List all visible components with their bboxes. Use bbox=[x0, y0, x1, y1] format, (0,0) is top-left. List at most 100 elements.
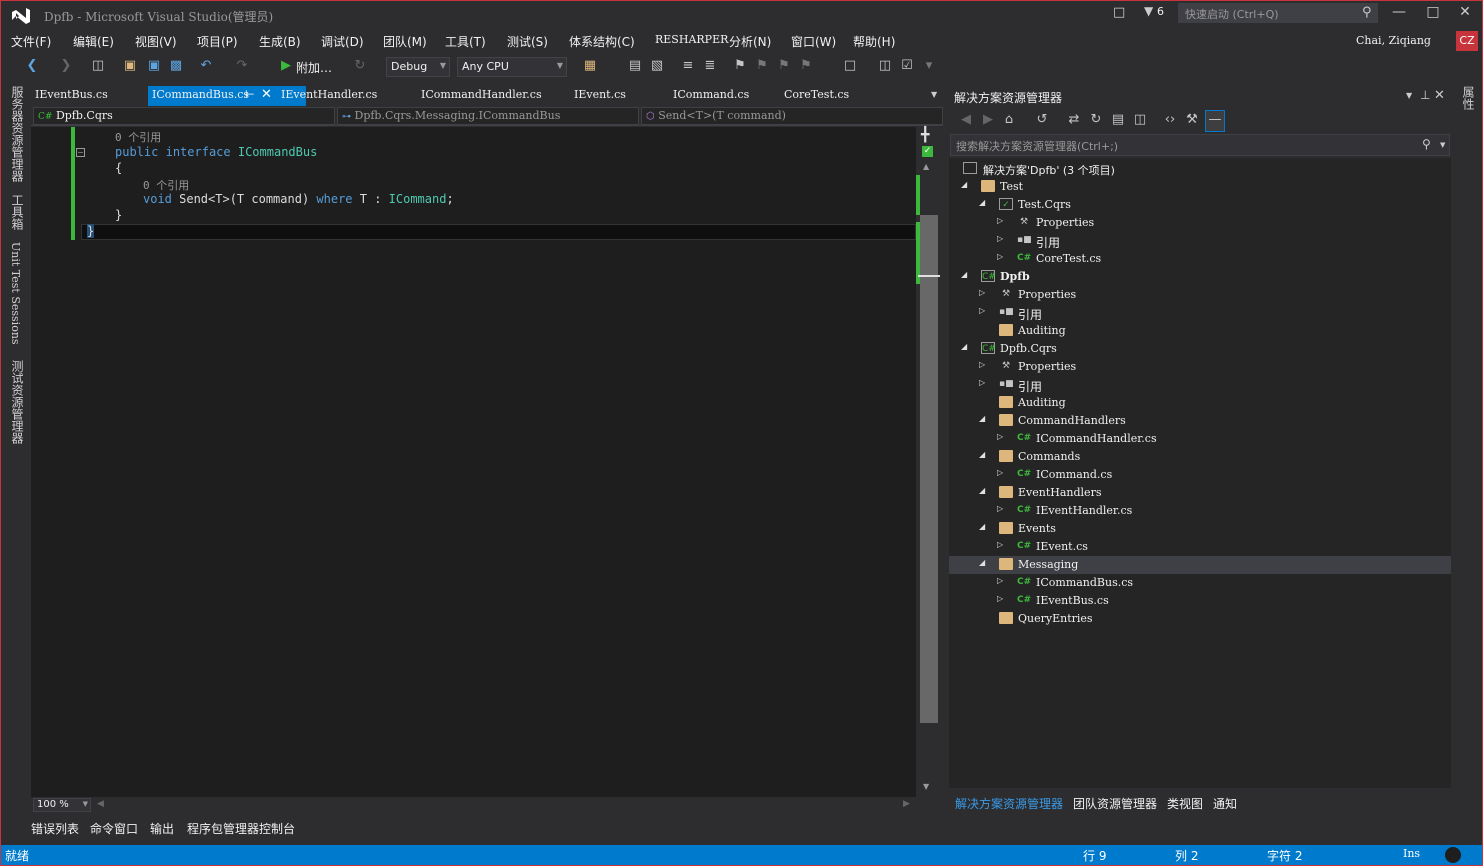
tree-node-properties[interactable]: ▷ ⚒ Properties bbox=[949, 286, 1451, 304]
publish-status-icon[interactable] bbox=[1445, 847, 1461, 863]
menu-edit[interactable]: 编辑(E) bbox=[73, 33, 114, 50]
expanded-arrow-icon[interactable]: ◢ bbox=[979, 558, 985, 567]
tree-node-icommandbus-file[interactable]: ▷ C# ICommandBus.cs bbox=[949, 574, 1451, 592]
tab-class-view[interactable]: 类视图 bbox=[1167, 795, 1203, 812]
start-button[interactable]: 附加… bbox=[296, 59, 332, 76]
solution-search-input[interactable]: 搜索解决方案资源管理器(Ctrl+;) bbox=[950, 134, 1450, 156]
tree-node-properties[interactable]: ▷ ⚒ Properties bbox=[949, 358, 1451, 376]
tab-ieventhandler[interactable]: IEventHandler.cs bbox=[281, 88, 377, 101]
show-all-files-icon[interactable]: ◫ bbox=[1131, 111, 1149, 129]
tab-icommandbus[interactable]: ICommandBus.cs bbox=[152, 88, 249, 101]
properties-window-icon[interactable]: ▧ bbox=[648, 57, 666, 75]
collapsed-arrow-icon[interactable]: ▷ bbox=[997, 504, 1003, 513]
tree-node-references[interactable]: ▷ ▪■ 引用 bbox=[949, 376, 1451, 394]
solution-tree[interactable]: 解决方案'Dpfb' (3 个项目) ◢ Test ◢ ✓ Test.Cqrs … bbox=[949, 158, 1451, 788]
search-icon[interactable]: ⚲ bbox=[1362, 5, 1372, 20]
server-explorer-tab[interactable]: 服务器资源管理器 bbox=[9, 86, 26, 182]
sync-with-document-icon[interactable]: ⇄ bbox=[1065, 111, 1083, 129]
collapsed-arrow-icon[interactable]: ▷ bbox=[997, 432, 1003, 441]
scrollbar-thumb[interactable] bbox=[920, 215, 938, 723]
new-project-icon[interactable]: ◫ bbox=[89, 57, 107, 75]
platform-select[interactable]: Any CPU ▼ bbox=[457, 57, 567, 77]
search-icon[interactable]: ⚲ bbox=[1422, 137, 1431, 151]
tree-node-dpfb-cqrs-project[interactable]: ◢ C# Dpfb.Cqrs bbox=[949, 340, 1451, 358]
navigate-back-icon[interactable]: ❮ bbox=[23, 57, 41, 75]
tree-node-ieventhandler-file[interactable]: ▷ C# IEventHandler.cs bbox=[949, 502, 1451, 520]
view-code-icon[interactable]: ‹› bbox=[1161, 111, 1179, 129]
tree-node-solution[interactable]: 解决方案'Dpfb' (3 个项目) bbox=[949, 160, 1451, 178]
navigate-forward-icon[interactable]: ❯ bbox=[57, 57, 75, 75]
collapsed-arrow-icon[interactable]: ▷ bbox=[979, 360, 985, 369]
expanded-arrow-icon[interactable]: ◢ bbox=[961, 270, 967, 279]
menu-architecture[interactable]: 体系结构(C) bbox=[569, 33, 635, 50]
collapsed-arrow-icon[interactable]: ▷ bbox=[997, 234, 1003, 243]
unit-test-sessions-tab[interactable]: Unit Test Sessions bbox=[9, 242, 22, 345]
tree-node-dpfb-project[interactable]: ◢ C# Dpfb bbox=[949, 268, 1451, 286]
menu-window[interactable]: 窗口(W) bbox=[791, 33, 836, 50]
pending-changes-filter-icon[interactable]: ↺ bbox=[1033, 111, 1051, 129]
window-position-dropdown-icon[interactable]: ▼ bbox=[1406, 91, 1412, 100]
codelens-references[interactable]: 0 个引用 bbox=[115, 129, 161, 145]
maximize-button[interactable]: □ bbox=[1418, 4, 1448, 26]
split-window-icon[interactable]: ╋ bbox=[921, 127, 929, 143]
type-nav-select[interactable]: ⊶ Dpfb.Cqrs.Messaging.ICommandBus bbox=[337, 107, 639, 125]
collapsed-arrow-icon[interactable]: ▷ bbox=[997, 468, 1003, 477]
new-item-icon[interactable]: □ bbox=[841, 57, 859, 75]
previous-bookmark-icon[interactable]: ⚑ bbox=[753, 57, 771, 75]
user-name[interactable]: Chai, Ziqiang bbox=[1356, 34, 1431, 47]
tab-notifications[interactable]: 通知 bbox=[1213, 795, 1237, 812]
close-button[interactable]: ✕ bbox=[1450, 4, 1480, 26]
menu-file[interactable]: 文件(F) bbox=[11, 33, 51, 50]
tree-node-coretest-file[interactable]: ▷ C# CoreTest.cs bbox=[949, 250, 1451, 268]
open-file-icon[interactable]: ▣ bbox=[121, 57, 139, 75]
collapse-region-icon[interactable]: − bbox=[76, 148, 85, 157]
tree-node-ieventbus-file[interactable]: ▷ C# IEventBus.cs bbox=[949, 592, 1451, 610]
properties-tab[interactable]: 属性 bbox=[1460, 86, 1477, 110]
tree-node-test-folder[interactable]: ◢ Test bbox=[949, 178, 1451, 196]
auto-hide-pin-icon[interactable]: ⊥ bbox=[1420, 88, 1430, 102]
tree-node-icommandhandler-file[interactable]: ▷ C# ICommandHandler.cs bbox=[949, 430, 1451, 448]
clear-bookmarks-icon[interactable]: ⚑ bbox=[797, 57, 815, 75]
search-options-dropdown-icon[interactable]: ▼ bbox=[1440, 141, 1445, 149]
editor-horizontal-scrollbar[interactable]: ◀ ▶ bbox=[31, 797, 943, 813]
comment-icon[interactable]: ≡ bbox=[679, 57, 697, 75]
scroll-down-icon[interactable]: ▼ bbox=[923, 782, 929, 791]
properties-wrench-icon[interactable]: ⚒ bbox=[1183, 111, 1201, 129]
menu-resharper[interactable]: RESHARPER bbox=[655, 33, 728, 46]
tasks-icon[interactable]: ☑ bbox=[898, 57, 916, 75]
minimize-button[interactable]: — bbox=[1384, 4, 1414, 26]
refresh-icon[interactable]: ↻ bbox=[1087, 111, 1105, 129]
tree-node-properties[interactable]: ▷ ⚒ Properties bbox=[949, 214, 1451, 232]
home-icon[interactable]: ⌂ bbox=[1000, 111, 1018, 129]
collapsed-arrow-icon[interactable]: ▷ bbox=[997, 252, 1003, 261]
menu-analyze[interactable]: 分析(N) bbox=[729, 33, 771, 50]
code-editor[interactable]: − 0 个引用 public interface ICommandBus { 0… bbox=[31, 127, 916, 797]
tab-solution-explorer[interactable]: 解决方案资源管理器 bbox=[955, 795, 1063, 812]
scroll-right-icon[interactable]: ▶ bbox=[903, 799, 910, 809]
collapsed-arrow-icon[interactable]: ▷ bbox=[997, 216, 1003, 225]
collapsed-arrow-icon[interactable]: ▷ bbox=[979, 378, 985, 387]
tree-node-eventhandlers-folder[interactable]: ◢ EventHandlers bbox=[949, 484, 1451, 502]
menu-project[interactable]: 项目(P) bbox=[197, 33, 238, 50]
scroll-left-icon[interactable]: ◀ bbox=[97, 799, 104, 809]
notification-flag-icon[interactable]: ▼ bbox=[1144, 4, 1153, 18]
toolbox-tab[interactable]: 工具箱 bbox=[9, 194, 26, 230]
next-bookmark-icon[interactable]: ⚑ bbox=[775, 57, 793, 75]
tree-node-test-cqrs-project[interactable]: ◢ ✓ Test.Cqrs bbox=[949, 196, 1451, 214]
tree-node-commands-folder[interactable]: ◢ Commands bbox=[949, 448, 1451, 466]
tab-team-explorer[interactable]: 团队资源管理器 bbox=[1073, 795, 1157, 812]
solution-explorer-icon[interactable]: ▤ bbox=[626, 57, 644, 75]
preview-selected-items-icon[interactable]: — bbox=[1205, 110, 1225, 132]
project-nav-select[interactable]: C# Dpfb.Cqrs bbox=[33, 107, 335, 125]
tree-node-auditing-folder[interactable]: Auditing bbox=[949, 322, 1451, 340]
expanded-arrow-icon[interactable]: ◢ bbox=[979, 414, 985, 423]
scroll-up-icon[interactable]: ▲ bbox=[923, 162, 929, 171]
forward-icon[interactable]: ▶ bbox=[979, 111, 997, 129]
tab-coretest[interactable]: CoreTest.cs bbox=[784, 88, 849, 101]
back-icon[interactable]: ◀ bbox=[957, 111, 975, 129]
tree-node-events-folder[interactable]: ◢ Events bbox=[949, 520, 1451, 538]
quick-launch-input[interactable]: 快速启动 (Ctrl+Q) bbox=[1178, 3, 1378, 23]
command-window-tab[interactable]: 命令窗口 bbox=[90, 820, 138, 837]
close-tab-icon[interactable]: ✕ bbox=[261, 87, 272, 102]
output-tab[interactable]: 输出 bbox=[150, 820, 174, 837]
